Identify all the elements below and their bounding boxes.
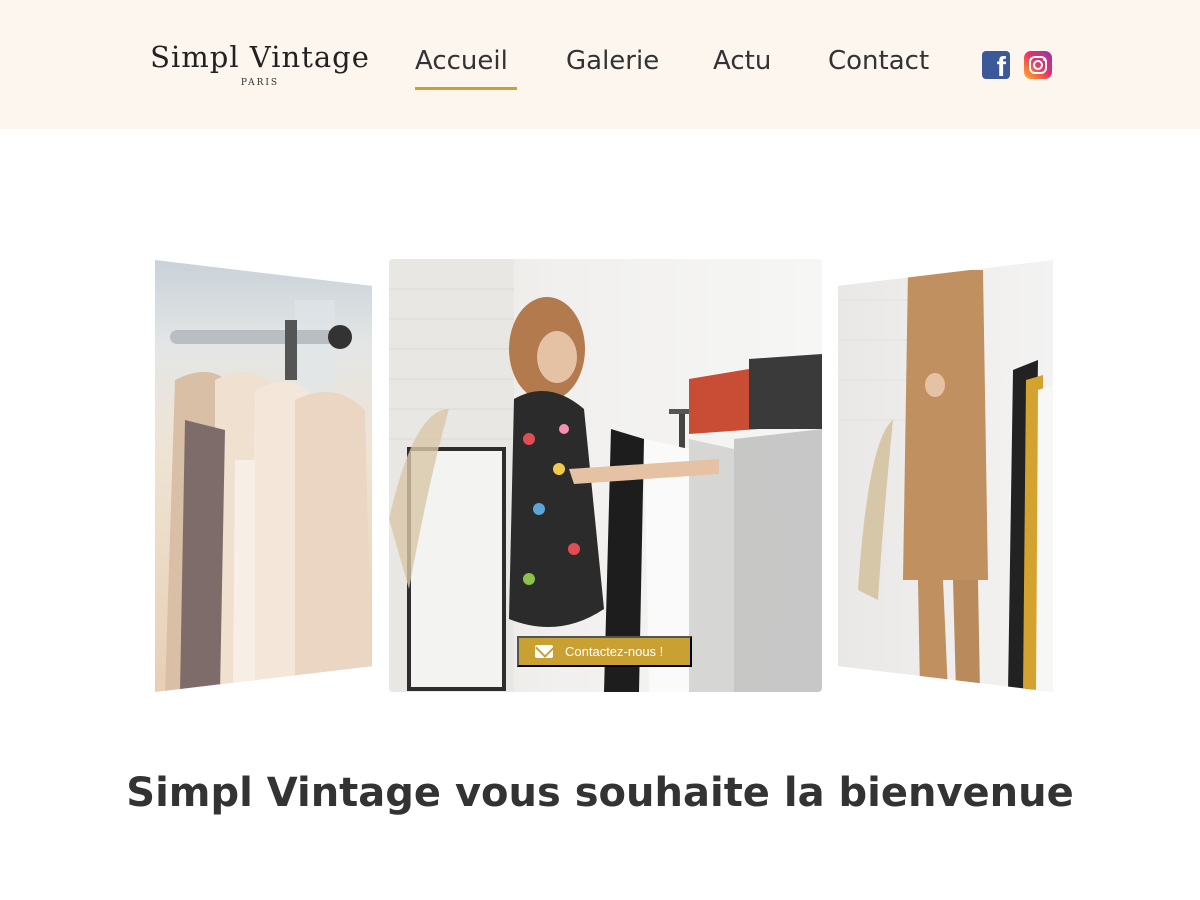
contact-us-label: Contactez-nous !: [565, 644, 664, 659]
site-header: Simpl Vintage PARIS Accueil Galerie Actu…: [0, 0, 1200, 129]
logo-tagline: PARIS: [240, 78, 280, 88]
nav-item-contact[interactable]: Contact: [828, 44, 929, 78]
nav-item-accueil[interactable]: Accueil: [415, 44, 508, 78]
contact-us-button[interactable]: Contactez-nous !: [517, 636, 692, 667]
instagram-icon[interactable]: [1024, 51, 1052, 79]
clothes-rack-image: [165, 300, 372, 692]
nav-item-actu[interactable]: Actu: [713, 44, 771, 78]
welcome-heading: Simpl Vintage vous souhaite la bienvenue: [126, 770, 1074, 816]
logo-wordmark: Simpl Vintage: [150, 40, 370, 74]
facebook-icon[interactable]: f: [982, 51, 1010, 81]
beige-suit-image: [838, 270, 1053, 692]
carousel-slide-next[interactable]: [838, 260, 1053, 692]
nav-item-galerie[interactable]: Galerie: [566, 44, 659, 78]
carousel-slide-previous[interactable]: [155, 260, 372, 692]
active-nav-indicator: [415, 87, 517, 90]
carousel-slide-active[interactable]: [389, 259, 822, 692]
envelope-icon: [535, 645, 553, 658]
site-logo[interactable]: Simpl Vintage PARIS: [150, 40, 370, 88]
shopper-at-rack-image: [389, 259, 822, 692]
